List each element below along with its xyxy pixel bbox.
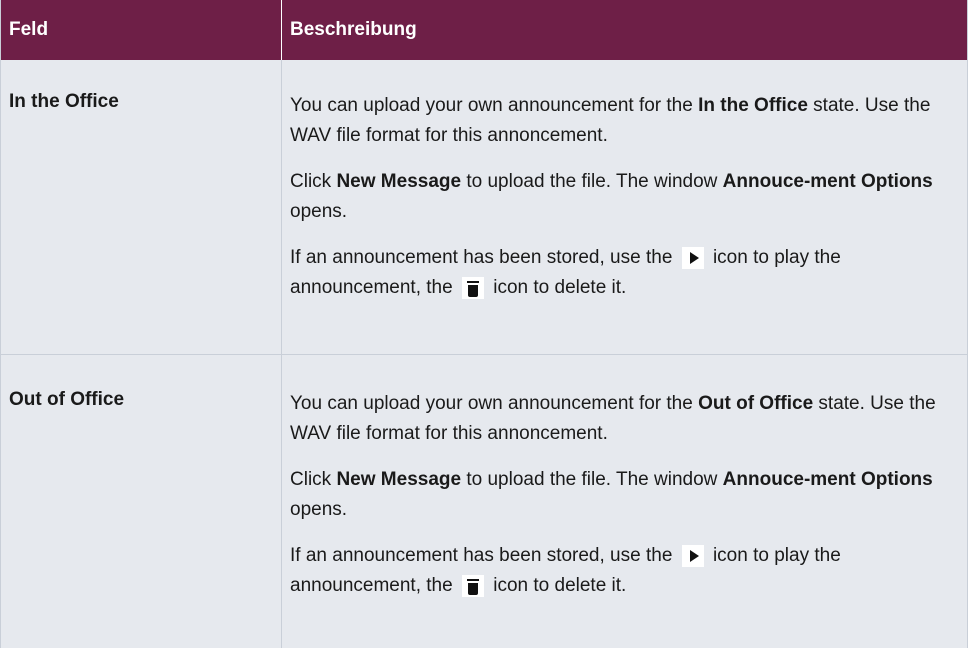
new-message-label: New Message bbox=[336, 469, 462, 490]
text: to upload the file. The window bbox=[461, 171, 723, 192]
text: opens. bbox=[290, 201, 348, 222]
table-row: In the Office You can upload your own an… bbox=[1, 60, 967, 355]
state-name: Out of Office bbox=[698, 393, 814, 414]
field-description: You can upload your own announcement for… bbox=[282, 60, 967, 354]
field-name: In the Office bbox=[1, 60, 282, 354]
text: icon to delete it. bbox=[487, 575, 627, 596]
description-paragraph: If an announcement has been stored, use … bbox=[290, 541, 959, 601]
text: opens. bbox=[290, 499, 348, 520]
text: icon to delete it. bbox=[487, 277, 627, 298]
description-paragraph: You can upload your own announcement for… bbox=[290, 389, 959, 449]
text: You can upload your own announcement for… bbox=[290, 393, 699, 414]
announcement-options-label: Annouce-ment Options bbox=[722, 469, 933, 490]
text: Click bbox=[290, 171, 337, 192]
description-paragraph: You can upload your own announcement for… bbox=[290, 91, 959, 151]
announcement-options-label: Annouce-ment Options bbox=[722, 171, 933, 192]
trash-icon bbox=[461, 574, 484, 597]
text: If an announcement has been stored, use … bbox=[290, 247, 678, 268]
header-field: Feld bbox=[1, 0, 282, 60]
text: If an announcement has been stored, use … bbox=[290, 545, 678, 566]
state-name: In the Office bbox=[698, 95, 808, 116]
description-paragraph: Click New Message to upload the file. Th… bbox=[290, 465, 959, 525]
text: You can upload your own announcement for… bbox=[290, 95, 699, 116]
table-row: Out of Office You can upload your own an… bbox=[1, 355, 967, 648]
table-header: Feld Beschreibung bbox=[1, 0, 967, 60]
text: to upload the file. The window bbox=[461, 469, 723, 490]
play-icon bbox=[681, 246, 704, 269]
field-description-table: Feld Beschreibung In the Office You can … bbox=[0, 0, 968, 648]
header-description: Beschreibung bbox=[290, 19, 417, 40]
trash-icon bbox=[461, 276, 484, 299]
description-paragraph: Click New Message to upload the file. Th… bbox=[290, 167, 959, 227]
field-name: Out of Office bbox=[1, 355, 282, 648]
field-description: You can upload your own announcement for… bbox=[282, 355, 967, 648]
description-paragraph: If an announcement has been stored, use … bbox=[290, 243, 959, 303]
text: Click bbox=[290, 469, 337, 490]
play-icon bbox=[681, 544, 704, 567]
new-message-label: New Message bbox=[336, 171, 462, 192]
